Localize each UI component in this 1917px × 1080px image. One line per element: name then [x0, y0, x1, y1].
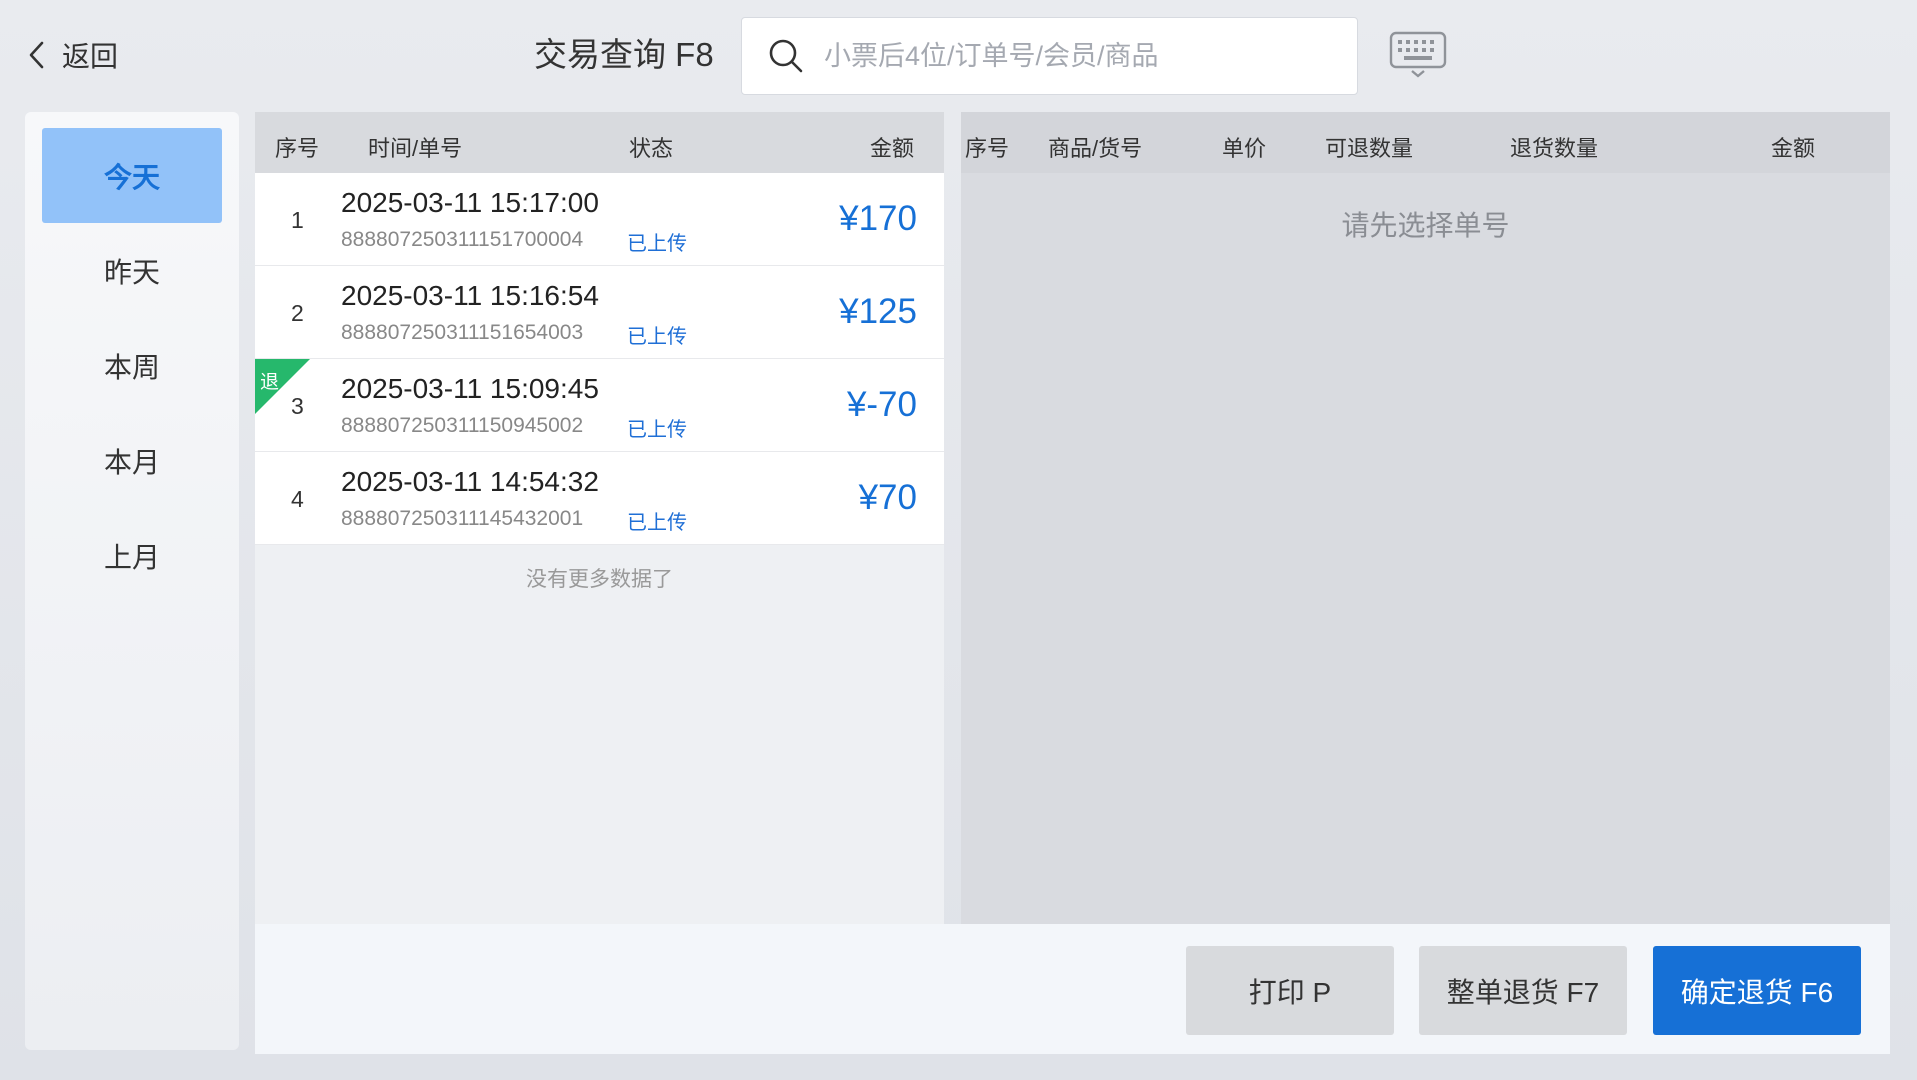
order-time: 2025-03-11 15:17:00 — [341, 187, 599, 218]
order-list-panel: 序号 时间/单号 状态 金额 1 2025-03-11 15:17:00 888… — [255, 112, 944, 924]
order-amount: ¥170 — [839, 199, 917, 238]
order-row[interactable]: 1 2025-03-11 15:17:00 888807250311151700… — [255, 173, 944, 266]
order-detail-panel: 序号 商品/货号 单价 可退数量 退货数量 金额 请先选择单号 — [961, 112, 1890, 924]
upload-status: 已上传 — [627, 326, 687, 348]
order-row[interactable]: 4 2025-03-11 14:54:32 888807250311145432… — [255, 452, 944, 545]
detail-header: 序号 商品/货号 单价 可退数量 退货数量 金额 — [961, 112, 1890, 173]
column-header-status: 状态 — [629, 136, 674, 161]
sidebar-item-this-month[interactable]: 本月 — [42, 413, 222, 508]
upload-status: 已上传 — [627, 512, 687, 534]
column-header-seq: 序号 — [965, 136, 1010, 161]
order-row[interactable]: 退 3 2025-03-11 15:09:45 8888072503111509… — [255, 359, 944, 452]
chevron-left-icon — [29, 41, 44, 69]
order-time: 2025-03-11 14:54:32 — [341, 466, 599, 497]
order-seq: 4 — [291, 486, 304, 512]
column-header-seq: 序号 — [275, 136, 320, 161]
print-button[interactable]: 打印 P — [1186, 946, 1394, 1035]
upload-status: 已上传 — [627, 233, 687, 255]
full-return-button[interactable]: 整单退货 F7 — [1419, 946, 1627, 1035]
order-seq: 2 — [291, 300, 304, 326]
search-input[interactable] — [824, 18, 1357, 94]
order-amount: ¥125 — [839, 292, 917, 331]
sidebar-item-yesterday[interactable]: 昨天 — [42, 223, 222, 318]
back-button[interactable]: 返回 — [26, 34, 118, 76]
back-label: 返回 — [62, 41, 119, 72]
return-badge-label: 退 — [260, 372, 280, 393]
column-header-return-qty: 退货数量 — [1510, 136, 1599, 161]
sidebar-item-last-month[interactable]: 上月 — [42, 508, 222, 603]
order-time: 2025-03-11 15:16:54 — [341, 280, 599, 311]
keyboard-button[interactable] — [1389, 31, 1447, 79]
order-row[interactable]: 2 2025-03-11 15:16:54 888807250311151654… — [255, 266, 944, 359]
action-footer: 打印 P 整单退货 F7 确定退货 F6 — [255, 924, 1890, 1054]
order-number: 888807250311150945002 — [341, 414, 584, 437]
order-seq: 1 — [291, 207, 304, 233]
column-header-returnable-qty: 可退数量 — [1325, 136, 1414, 161]
column-header-amount: 金额 — [870, 136, 915, 161]
date-filter-sidebar: 今天 昨天 本周 本月 上月 — [25, 112, 239, 1050]
order-amount: ¥70 — [858, 478, 917, 517]
confirm-return-button[interactable]: 确定退货 F6 — [1653, 946, 1861, 1035]
search-box[interactable] — [741, 17, 1358, 95]
column-header-unit-price: 单价 — [1222, 136, 1267, 161]
order-number: 888807250311151654003 — [341, 321, 584, 344]
order-number: 888807250311145432001 — [341, 507, 584, 530]
order-list-header: 序号 时间/单号 状态 金额 — [255, 112, 944, 173]
no-more-data-text: 没有更多数据了 — [526, 568, 673, 591]
order-amount: ¥-70 — [846, 385, 917, 424]
column-header-product: 商品/货号 — [1048, 136, 1143, 161]
column-header-time-order: 时间/单号 — [368, 136, 463, 161]
upload-status: 已上传 — [627, 419, 687, 441]
empty-state-text: 请先选择单号 — [1341, 210, 1510, 241]
sidebar-item-today[interactable]: 今天 — [42, 128, 222, 223]
order-number: 888807250311151700004 — [341, 228, 584, 251]
search-icon — [769, 39, 803, 73]
keyboard-icon — [1389, 31, 1447, 78]
page-title: 交易查询 F8 — [534, 36, 714, 73]
order-time: 2025-03-11 15:09:45 — [341, 373, 599, 404]
column-header-amount: 金额 — [1771, 136, 1816, 161]
order-seq: 3 — [291, 393, 304, 419]
sidebar-item-this-week[interactable]: 本周 — [42, 318, 222, 413]
